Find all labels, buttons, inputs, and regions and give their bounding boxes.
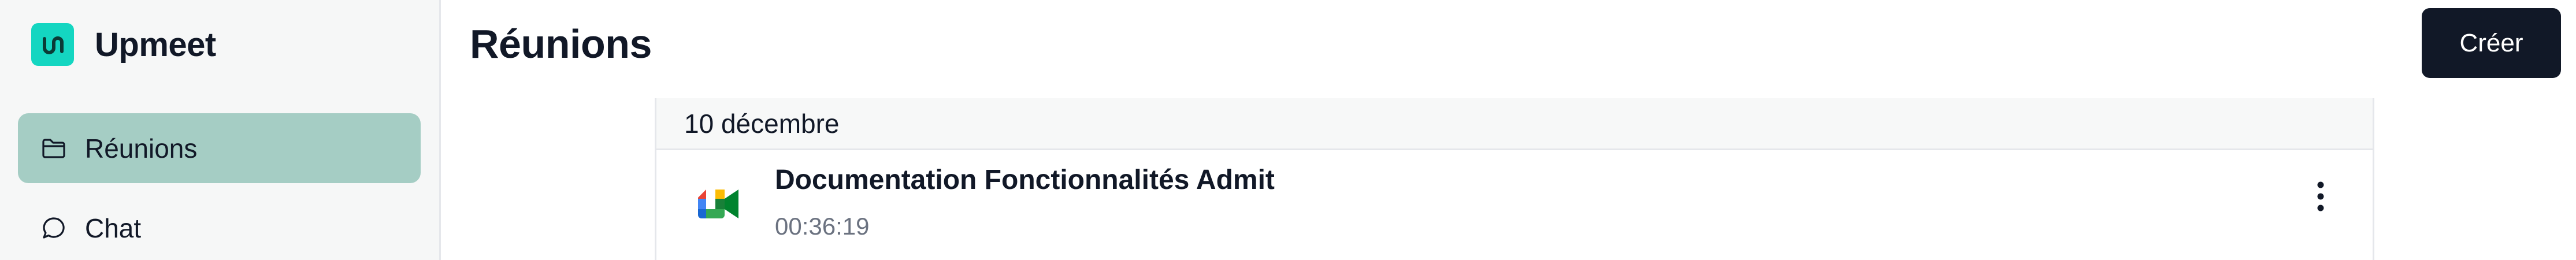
upmeet-logo-icon (31, 23, 74, 66)
meeting-title: Documentation Fonctionnalités Admit (775, 165, 1275, 195)
google-meet-icon (698, 186, 741, 222)
create-button[interactable]: Créer (2422, 8, 2561, 78)
sidebar-item-label: Chat (85, 213, 142, 243)
date-group-header: 10 décembre (656, 98, 2373, 150)
more-vertical-icon[interactable] (2303, 173, 2338, 220)
sidebar-item-reunions[interactable]: Réunions (18, 113, 421, 183)
app-window: Upmeet Réunions Chat Réunions Créer 10 d… (0, 0, 2576, 260)
sidebar-item-label: Réunions (85, 133, 198, 164)
brand[interactable]: Upmeet (31, 23, 216, 66)
sidebar: Upmeet Réunions Chat (0, 0, 441, 260)
folder-icon (40, 135, 68, 162)
meeting-duration: 00:36:19 (775, 213, 870, 240)
page-title: Réunions (470, 21, 652, 66)
meeting-row[interactable]: Documentation Fonctionnalités Admit 00:3… (656, 150, 2373, 260)
sidebar-item-chat[interactable]: Chat (18, 193, 421, 260)
chat-bubble-icon (40, 214, 68, 242)
meetings-list: 10 décembre Documentation Fonctionnalité… (655, 98, 2374, 260)
brand-name: Upmeet (95, 25, 216, 64)
